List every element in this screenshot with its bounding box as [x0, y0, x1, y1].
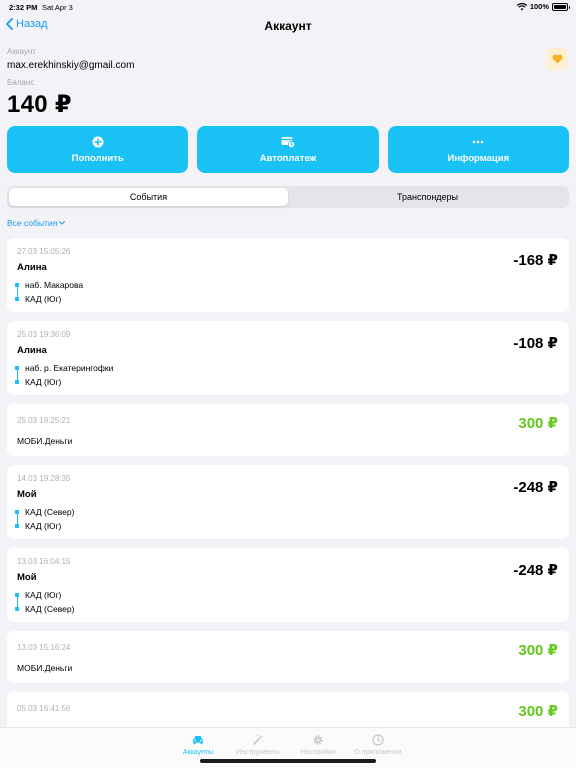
wifi-icon: [516, 2, 527, 10]
tab-about-label: О приложении: [354, 749, 402, 756]
event-timestamp: 13.03 15:16:24: [17, 643, 71, 652]
route-connector: [16, 597, 18, 607]
favorite-button[interactable]: [546, 48, 568, 70]
route-connector: [16, 370, 18, 380]
event-timestamp: 25.03 19:36:09: [17, 330, 71, 339]
route-connector: [16, 514, 18, 524]
clock-icon: [372, 734, 384, 746]
events-list: 27.03 15:05:26 Алина -168 ₽ наб. Макаров…: [7, 238, 569, 741]
segmented-control: События Транспондеры: [7, 186, 569, 208]
route-to: КАД (Юг): [25, 521, 62, 531]
battery-icon: [552, 2, 570, 11]
list-item[interactable]: 13.03 15:16:24 300 ₽ МОБИ.Деньги: [7, 631, 569, 683]
tab-settings-label: Настройки: [300, 749, 336, 756]
route-end-icon: [15, 380, 19, 384]
account-email: max.erekhinskiy@gmail.com: [7, 60, 135, 71]
status-right: 100%: [516, 2, 570, 11]
home-indicator: [200, 759, 376, 763]
route-start-icon: [15, 593, 19, 597]
event-amount: -248 ₽: [513, 562, 558, 579]
segment-transponders[interactable]: Транспондеры: [288, 188, 567, 206]
event-amount: -168 ₽: [513, 252, 558, 269]
route-from: наб. р. Екатерингофки: [25, 363, 114, 373]
nav-bar: Назад Аккаунт: [0, 14, 576, 40]
event-route: наб. р. Екатерингофки КАД (Юг): [15, 361, 113, 389]
route-start-icon: [15, 366, 19, 370]
list-item[interactable]: 25.03 19:25:21 300 ₽ МОБИ.Деньги: [7, 404, 569, 456]
account-label: Аккаунт: [7, 47, 36, 56]
ellipsis-icon: [473, 140, 484, 144]
plus-circle-icon: [92, 136, 104, 148]
event-note: МОБИ.Деньги: [17, 436, 73, 446]
tab-tools[interactable]: Инструменты: [235, 734, 281, 756]
route-to: КАД (Юг): [25, 294, 62, 304]
list-item[interactable]: 05.03 16:41:56 300 ₽: [7, 692, 569, 732]
list-item[interactable]: 25.03 19:36:09 Алина -108 ₽ наб. р. Екат…: [7, 321, 569, 395]
events-filter-label: Все события: [7, 218, 58, 228]
battery-percent: 100%: [529, 2, 549, 11]
event-route: наб. Макарова КАД (Юг): [15, 278, 83, 306]
autopay-button[interactable]: Автоплатеж: [197, 126, 379, 173]
topup-button-label: Пополнить: [71, 153, 124, 164]
event-title: Алина: [17, 262, 47, 273]
event-timestamp: 25.03 19:25:21: [17, 416, 71, 425]
magic-wand-icon: [253, 734, 264, 745]
event-amount: 300 ₽: [518, 642, 558, 659]
route-end-icon: [15, 297, 19, 301]
heart-icon: [552, 54, 562, 64]
list-item[interactable]: 13.03 16:04:15 Мой -248 ₽ КАД (Юг) КАД (…: [7, 548, 569, 622]
action-buttons: Пополнить Автоплатеж Информация: [7, 126, 569, 173]
event-route: КАД (Север) КАД (Юг): [15, 505, 74, 533]
tab-about[interactable]: О приложении: [354, 734, 402, 756]
event-amount: -108 ₽: [513, 335, 558, 352]
list-item[interactable]: 14.03 19:28:35 Мой -248 ₽ КАД (Север) КА…: [7, 465, 569, 539]
page-title: Аккаунт: [264, 19, 312, 33]
event-amount: -248 ₽: [513, 479, 558, 496]
autopay-button-label: Автоплатеж: [259, 153, 317, 164]
event-title: Мой: [17, 572, 37, 583]
route-end-icon: [15, 607, 19, 611]
event-timestamp: 05.03 16:41:56: [17, 704, 71, 713]
route-start-icon: [15, 283, 19, 287]
status-bar: 2:32 PM Sat Apr 3 100%: [0, 0, 576, 14]
events-filter[interactable]: Все события: [7, 218, 66, 228]
topup-button[interactable]: Пополнить: [7, 126, 189, 173]
segment-events[interactable]: События: [9, 188, 288, 206]
event-amount: 300 ₽: [518, 703, 558, 720]
tab-tools-label: Инструменты: [236, 749, 280, 756]
list-item[interactable]: 27.03 15:05:26 Алина -168 ₽ наб. Макаров…: [7, 238, 569, 312]
event-title: Алина: [17, 345, 47, 356]
route-from: КАД (Север): [25, 507, 75, 517]
route-start-icon: [15, 510, 19, 514]
car-icon: [193, 736, 203, 745]
event-title: Мой: [17, 489, 37, 500]
event-timestamp: 27.03 15:05:26: [17, 247, 71, 256]
route-connector: [16, 287, 18, 297]
route-to: КАД (Север): [25, 604, 75, 614]
event-amount: 300 ₽: [518, 415, 558, 432]
tab-accounts-label: Аккаунты: [182, 749, 214, 756]
route-end-icon: [15, 524, 19, 528]
event-timestamp: 13.03 16:04:15: [17, 557, 71, 566]
chevron-down-icon: [59, 221, 66, 225]
event-route: КАД (Юг) КАД (Север): [15, 588, 74, 616]
event-timestamp: 14.03 19:28:35: [17, 474, 71, 483]
balance-label: Баланс: [7, 78, 35, 87]
autopay-icon: [281, 137, 295, 148]
tab-settings[interactable]: Настройки: [295, 734, 341, 756]
route-to: КАД (Юг): [25, 377, 62, 387]
tab-accounts[interactable]: Аккаунты: [175, 734, 221, 756]
event-note: МОБИ.Деньги: [17, 663, 73, 673]
balance-value: 140 ₽: [7, 91, 72, 118]
gear-icon: [313, 735, 323, 745]
status-date: Sat Apr 3: [42, 3, 73, 12]
info-button-label: Информация: [447, 153, 510, 164]
route-from: наб. Макарова: [25, 280, 84, 290]
info-button[interactable]: Информация: [387, 126, 569, 173]
route-from: КАД (Юг): [25, 590, 62, 600]
status-time: 2:32 PM: [9, 3, 38, 12]
